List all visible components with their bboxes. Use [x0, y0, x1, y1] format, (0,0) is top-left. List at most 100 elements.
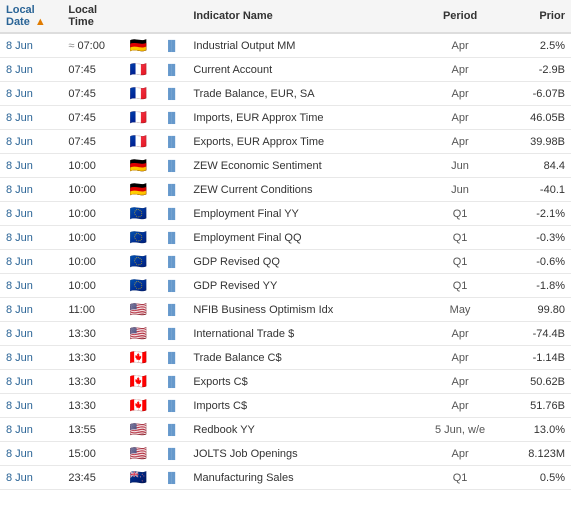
country-flag: 🇫🇷 — [130, 61, 147, 77]
cell-time: 10:00 — [62, 250, 120, 274]
cell-prior: 84.4 — [499, 154, 571, 178]
cell-time: 13:30 — [62, 322, 120, 346]
cell-indicator-name: Manufacturing Sales — [187, 466, 421, 490]
cell-indicator-name: Current Account — [187, 58, 421, 82]
country-flag: 🇫🇷 — [130, 133, 147, 149]
cell-period: Apr — [421, 58, 499, 82]
chart-icon[interactable]: ▐▌ — [165, 65, 179, 76]
chart-icon[interactable]: ▐▌ — [165, 473, 179, 484]
table-row[interactable]: 8 Jun 13:55 🇺🇸 ▐▌ Redbook YY 5 Jun, w/e … — [0, 418, 571, 442]
cell-chart[interactable]: ▐▌ — [156, 394, 187, 418]
cell-indicator-name: GDP Revised QQ — [187, 250, 421, 274]
chart-icon[interactable]: ▐▌ — [165, 233, 179, 244]
cell-chart[interactable]: ▐▌ — [156, 178, 187, 202]
cell-period: Apr — [421, 394, 499, 418]
chart-icon[interactable]: ▐▌ — [165, 305, 179, 316]
cell-date: 8 Jun — [0, 466, 62, 490]
cell-date: 8 Jun — [0, 250, 62, 274]
cell-chart[interactable]: ▐▌ — [156, 466, 187, 490]
cell-prior: 39.98B — [499, 130, 571, 154]
table-row[interactable]: 8 Jun 10:00 🇩🇪 ▐▌ ZEW Current Conditions… — [0, 178, 571, 202]
table-row[interactable]: 8 Jun 07:45 🇫🇷 ▐▌ Trade Balance, EUR, SA… — [0, 82, 571, 106]
cell-time: 07:45 — [62, 58, 120, 82]
cell-period: Apr — [421, 106, 499, 130]
cell-indicator-name: JOLTS Job Openings — [187, 442, 421, 466]
table-row[interactable]: 8 Jun 07:45 🇫🇷 ▐▌ Current Account Apr -2… — [0, 58, 571, 82]
cell-chart[interactable]: ▐▌ — [156, 202, 187, 226]
table-row[interactable]: 8 Jun 10:00 🇪🇺 ▐▌ GDP Revised YY Q1 -1.8… — [0, 274, 571, 298]
chart-icon[interactable]: ▐▌ — [165, 257, 179, 268]
cell-flag: 🇩🇪 — [121, 154, 156, 178]
cell-date: 8 Jun — [0, 394, 62, 418]
cell-prior: -74.4B — [499, 322, 571, 346]
cell-time: 13:55 — [62, 418, 120, 442]
cell-chart[interactable]: ▐▌ — [156, 226, 187, 250]
cell-chart[interactable]: ▐▌ — [156, 322, 187, 346]
cell-chart[interactable]: ▐▌ — [156, 346, 187, 370]
table-row[interactable]: 8 Jun 10:00 🇩🇪 ▐▌ ZEW Economic Sentiment… — [0, 154, 571, 178]
table-row[interactable]: 8 Jun 13:30 🇨🇦 ▐▌ Imports C$ Apr 51.76B — [0, 394, 571, 418]
table-row[interactable]: 8 Jun 13:30 🇺🇸 ▐▌ International Trade $ … — [0, 322, 571, 346]
header-local-date[interactable]: LocalDate ▲ — [0, 0, 62, 33]
chart-icon[interactable]: ▐▌ — [165, 209, 179, 220]
table-row[interactable]: 8 Jun 10:00 🇪🇺 ▐▌ Employment Final QQ Q1… — [0, 226, 571, 250]
chart-icon[interactable]: ▐▌ — [165, 185, 179, 196]
cell-prior: -0.3% — [499, 226, 571, 250]
country-flag: 🇫🇷 — [130, 109, 147, 125]
cell-flag: 🇨🇦 — [121, 394, 156, 418]
table-row[interactable]: 8 Jun 11:00 🇺🇸 ▐▌ NFIB Business Optimism… — [0, 298, 571, 322]
table-row[interactable]: 8 Jun 10:00 🇪🇺 ▐▌ Employment Final YY Q1… — [0, 202, 571, 226]
chart-icon[interactable]: ▐▌ — [165, 161, 179, 172]
cell-chart[interactable]: ▐▌ — [156, 82, 187, 106]
chart-icon[interactable]: ▐▌ — [165, 425, 179, 436]
cell-chart[interactable]: ▐▌ — [156, 418, 187, 442]
cell-period: Q1 — [421, 202, 499, 226]
cell-chart[interactable]: ▐▌ — [156, 58, 187, 82]
cell-flag: 🇫🇷 — [121, 82, 156, 106]
cell-chart[interactable]: ▐▌ — [156, 130, 187, 154]
chart-icon[interactable]: ▐▌ — [165, 401, 179, 412]
cell-prior: -2.1% — [499, 202, 571, 226]
table-row[interactable]: 8 Jun ≈ 07:00 🇩🇪 ▐▌ Industrial Output MM… — [0, 33, 571, 58]
cell-chart[interactable]: ▐▌ — [156, 106, 187, 130]
cell-time: ≈ 07:00 — [62, 33, 120, 58]
cell-time: 07:45 — [62, 106, 120, 130]
table-row[interactable]: 8 Jun 07:45 🇫🇷 ▐▌ Imports, EUR Approx Ti… — [0, 106, 571, 130]
table-row[interactable]: 8 Jun 15:00 🇺🇸 ▐▌ JOLTS Job Openings Apr… — [0, 442, 571, 466]
table-row[interactable]: 8 Jun 10:00 🇪🇺 ▐▌ GDP Revised QQ Q1 -0.6… — [0, 250, 571, 274]
cell-date: 8 Jun — [0, 154, 62, 178]
chart-icon[interactable]: ▐▌ — [165, 329, 179, 340]
cell-chart[interactable]: ▐▌ — [156, 298, 187, 322]
table-row[interactable]: 8 Jun 07:45 🇫🇷 ▐▌ Exports, EUR Approx Ti… — [0, 130, 571, 154]
cell-flag: 🇫🇷 — [121, 58, 156, 82]
cell-flag: 🇺🇸 — [121, 298, 156, 322]
chart-icon[interactable]: ▐▌ — [165, 281, 179, 292]
table-row[interactable]: 8 Jun 23:45 🇳🇿 ▐▌ Manufacturing Sales Q1… — [0, 466, 571, 490]
cell-date: 8 Jun — [0, 226, 62, 250]
cell-time: 10:00 — [62, 226, 120, 250]
table-row[interactable]: 8 Jun 13:30 🇨🇦 ▐▌ Exports C$ Apr 50.62B — [0, 370, 571, 394]
cell-chart[interactable]: ▐▌ — [156, 154, 187, 178]
cell-time: 07:45 — [62, 82, 120, 106]
cell-flag: 🇩🇪 — [121, 178, 156, 202]
chart-icon[interactable]: ▐▌ — [165, 449, 179, 460]
chart-icon[interactable]: ▐▌ — [165, 137, 179, 148]
cell-period: 5 Jun, w/e — [421, 418, 499, 442]
cell-chart[interactable]: ▐▌ — [156, 250, 187, 274]
cell-chart[interactable]: ▐▌ — [156, 370, 187, 394]
header-local-time: LocalTime — [62, 0, 120, 33]
chart-icon[interactable]: ▐▌ — [165, 41, 179, 52]
chart-icon[interactable]: ▐▌ — [165, 89, 179, 100]
cell-flag: 🇪🇺 — [121, 274, 156, 298]
cell-chart[interactable]: ▐▌ — [156, 442, 187, 466]
cell-chart[interactable]: ▐▌ — [156, 274, 187, 298]
chart-icon[interactable]: ▐▌ — [165, 377, 179, 388]
cell-date: 8 Jun — [0, 274, 62, 298]
chart-icon[interactable]: ▐▌ — [165, 113, 179, 124]
cell-date: 8 Jun — [0, 82, 62, 106]
cell-indicator-name: International Trade $ — [187, 322, 421, 346]
cell-indicator-name: Employment Final YY — [187, 202, 421, 226]
cell-chart[interactable]: ▐▌ — [156, 33, 187, 58]
chart-icon[interactable]: ▐▌ — [165, 353, 179, 364]
table-row[interactable]: 8 Jun 13:30 🇨🇦 ▐▌ Trade Balance C$ Apr -… — [0, 346, 571, 370]
